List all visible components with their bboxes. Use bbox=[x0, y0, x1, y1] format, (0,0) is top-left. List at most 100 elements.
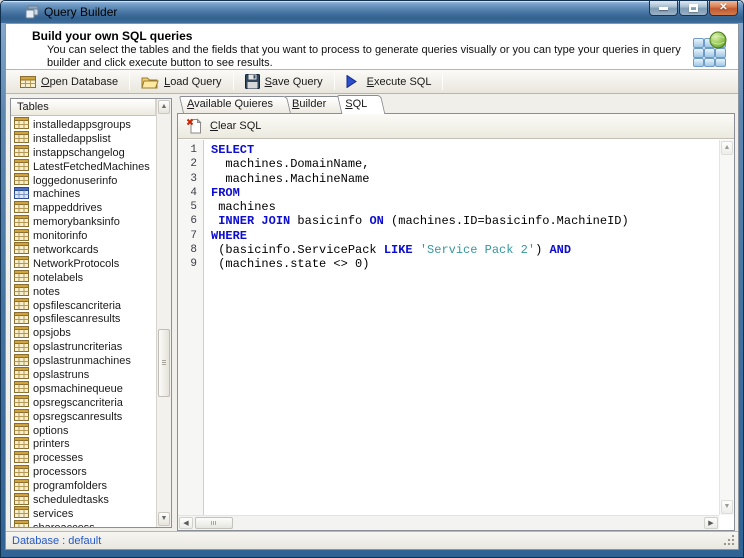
maximize-button[interactable] bbox=[679, 1, 708, 16]
sql-line: machines.DomainName, bbox=[211, 157, 719, 171]
table-name: shareaccess bbox=[33, 522, 95, 527]
table-icon bbox=[14, 493, 29, 508]
table-list-item[interactable]: installedappsgroups bbox=[11, 118, 156, 132]
table-name: memorybanksinfo bbox=[33, 216, 120, 228]
table-list-item[interactable]: opsfilescancriteria bbox=[11, 299, 156, 313]
table-list-item[interactable]: shareaccess bbox=[11, 521, 156, 527]
sql-code[interactable]: SELECT machines.DomainName, machines.Mac… bbox=[205, 140, 719, 515]
table-list-item[interactable]: notelabels bbox=[11, 271, 156, 285]
scroll-left-arrow[interactable]: ◀ bbox=[179, 517, 193, 529]
table-list-item[interactable]: memorybanksinfo bbox=[11, 215, 156, 229]
open-database-button[interactable]: Open Database bbox=[12, 72, 126, 91]
execute-sql-label: Execute SQL bbox=[367, 76, 432, 88]
line-number: 5 bbox=[178, 200, 203, 214]
window-title: Query Builder bbox=[44, 5, 117, 19]
tables-list: installedappsgroupsinstalledappslist inst… bbox=[11, 116, 156, 527]
table-list-item[interactable]: options bbox=[11, 424, 156, 438]
table-name: options bbox=[33, 425, 68, 437]
main-toolbar: Open Database Load Query Save Query bbox=[6, 70, 738, 94]
table-list-item[interactable]: opsregscancriteria bbox=[11, 396, 156, 410]
table-icon bbox=[14, 326, 29, 341]
scroll-right-arrow[interactable]: ▶ bbox=[704, 517, 718, 529]
execute-sql-button[interactable]: Execute SQL bbox=[338, 72, 440, 91]
scroll-down-arrow[interactable]: ▼ bbox=[158, 512, 170, 526]
resize-grip[interactable] bbox=[724, 535, 735, 546]
tab-builder[interactable]: Builder bbox=[284, 96, 340, 113]
editor-vertical-scrollbar[interactable]: ▲ ▼ bbox=[719, 140, 734, 515]
sql-toolbar: Clear SQL bbox=[178, 114, 734, 139]
scroll-up-arrow[interactable]: ▲ bbox=[721, 141, 733, 155]
table-list-item[interactable]: printers bbox=[11, 437, 156, 451]
table-name: printers bbox=[33, 438, 70, 450]
table-list-item[interactable]: notes bbox=[11, 285, 156, 299]
tables-column-header[interactable]: Tables bbox=[11, 99, 156, 116]
table-name: opsregscanresults bbox=[33, 411, 122, 423]
table-name: opsfilescancriteria bbox=[33, 300, 121, 312]
table-list-item[interactable]: NetworkProtocols bbox=[11, 257, 156, 271]
save-query-button[interactable]: Save Query bbox=[237, 71, 331, 92]
table-list-item[interactable]: monitorinfo bbox=[11, 229, 156, 243]
table-list-item[interactable]: opsregscanresults bbox=[11, 410, 156, 424]
sql-line: FROM bbox=[211, 186, 719, 200]
scroll-up-arrow[interactable]: ▲ bbox=[158, 100, 170, 114]
table-list-item[interactable]: mappeddrives bbox=[11, 201, 156, 215]
table-list-item[interactable]: programfolders bbox=[11, 479, 156, 493]
table-name: notelabels bbox=[33, 272, 83, 284]
table-list-item[interactable]: LatestFetchedMachines bbox=[11, 160, 156, 174]
table-list-item[interactable]: services bbox=[11, 507, 156, 521]
table-list-item[interactable]: opslastrunmachines bbox=[11, 354, 156, 368]
table-icon bbox=[14, 354, 29, 369]
table-name: opsjobs bbox=[33, 327, 71, 339]
scrollbar-thumb[interactable] bbox=[158, 329, 170, 397]
editor-horizontal-scrollbar[interactable]: ◀ ▶ bbox=[178, 515, 719, 530]
table-list-item[interactable]: opsjobs bbox=[11, 326, 156, 340]
tab-sql[interactable]: SQL bbox=[337, 95, 381, 114]
table-list-item[interactable]: opslastruns bbox=[11, 368, 156, 382]
tables-panel: Tables installedappsgroupsinstalledappsl… bbox=[10, 98, 172, 528]
table-list-item[interactable]: machines bbox=[11, 187, 156, 201]
toolbar-separator bbox=[334, 73, 335, 90]
table-name: opsfilescanresults bbox=[33, 313, 120, 325]
database-table-icon bbox=[20, 75, 36, 88]
sql-line: INNER JOIN basicinfo ON (machines.ID=bas… bbox=[211, 214, 719, 228]
table-list-item[interactable]: loggedonuserinfo bbox=[11, 174, 156, 188]
tables-scrollbar[interactable]: ▲ ▼ bbox=[156, 99, 171, 527]
load-query-label: Load Query bbox=[164, 76, 222, 88]
table-list-item[interactable]: processors bbox=[11, 465, 156, 479]
table-name: instappschangelog bbox=[33, 147, 125, 159]
table-icon bbox=[14, 215, 29, 230]
table-list-item[interactable]: opsfilescanresults bbox=[11, 312, 156, 326]
table-list-item[interactable]: opsmachinequeue bbox=[11, 382, 156, 396]
scroll-down-arrow[interactable]: ▼ bbox=[721, 500, 733, 514]
title-bar[interactable]: Query Builder ✕ bbox=[1, 1, 743, 23]
sql-editor[interactable]: 123456789 SELECT machines.DomainName, ma… bbox=[178, 140, 719, 515]
load-query-button[interactable]: Load Query bbox=[133, 72, 230, 92]
clear-sql-button[interactable]: Clear SQL bbox=[210, 120, 261, 132]
table-name: opsregscancriteria bbox=[33, 397, 123, 409]
table-list-item[interactable]: networkcards bbox=[11, 243, 156, 257]
table-list-item[interactable]: installedappslist bbox=[11, 132, 156, 146]
minimize-button[interactable] bbox=[649, 1, 678, 16]
tab-bar: Available Quieres Builder SQL bbox=[179, 95, 378, 113]
line-number: 2 bbox=[178, 157, 203, 171]
sql-line: SELECT bbox=[211, 143, 719, 157]
table-list-item[interactable]: processes bbox=[11, 451, 156, 465]
status-bar: Database : default bbox=[6, 531, 738, 549]
table-list-item[interactable]: scheduledtasks bbox=[11, 493, 156, 507]
table-name: notes bbox=[33, 286, 60, 298]
table-icon bbox=[14, 270, 29, 285]
line-number: 7 bbox=[178, 229, 203, 243]
open-database-label: Open Database bbox=[41, 76, 118, 88]
table-name: installedappslist bbox=[33, 133, 111, 145]
table-icon bbox=[14, 520, 29, 527]
line-number-gutter: 123456789 bbox=[178, 140, 204, 515]
tab-available-queries[interactable]: Available Quieres bbox=[179, 96, 287, 113]
app-icon bbox=[25, 5, 39, 19]
close-button[interactable]: ✕ bbox=[709, 1, 738, 16]
table-icon bbox=[14, 173, 29, 188]
table-icon bbox=[14, 506, 29, 521]
toolbar-separator bbox=[442, 73, 443, 90]
table-list-item[interactable]: instappschangelog bbox=[11, 146, 156, 160]
scrollbar-thumb[interactable] bbox=[195, 517, 233, 529]
table-list-item[interactable]: opslastruncriterias bbox=[11, 340, 156, 354]
